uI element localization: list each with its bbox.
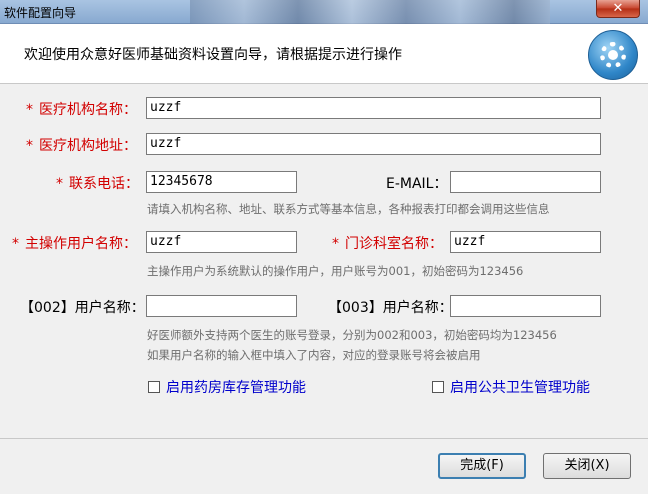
user002-input[interactable] [146, 295, 297, 317]
clinic-label: * 门诊科室名称： [332, 233, 443, 253]
phone-input[interactable]: 12345678 [146, 171, 297, 193]
extra-users-hint-2: 如果用户名称的输入框中填入了内容，对应的登录账号将会被启用 [147, 348, 481, 362]
org-name-label: * 医疗机构名称： [26, 99, 137, 119]
required-marker: * [56, 176, 63, 192]
pharmacy-checkbox-label[interactable]: 启用药房库存管理功能 [166, 377, 306, 397]
required-marker: * [26, 102, 33, 118]
wizard-footer: 完成(F) 关闭(X) [0, 438, 648, 494]
required-marker: * [12, 236, 19, 252]
operator-hint: 主操作用户为系统默认的操作用户，用户账号为001，初始密码为123456 [147, 264, 524, 278]
email-label: E-MAIL： [386, 176, 448, 192]
org-name-input[interactable]: uzzf [146, 97, 601, 119]
gear-icon [588, 30, 638, 80]
user003-input[interactable] [450, 295, 601, 317]
public-health-checkbox-label[interactable]: 启用公共卫生管理功能 [450, 377, 590, 397]
user003-label: 【003】用户名称： [328, 300, 453, 316]
window-close-button[interactable]: ✕ [596, 0, 640, 18]
user002-label: 【002】用户名称： [20, 300, 145, 316]
pharmacy-checkbox[interactable]: 启用药房库存管理功能 [148, 377, 306, 397]
finish-button[interactable]: 完成(F) [438, 453, 526, 479]
required-marker: * [26, 138, 33, 154]
clinic-input[interactable]: uzzf [450, 231, 601, 253]
checkbox-box[interactable] [432, 381, 444, 393]
operator-input[interactable]: uzzf [146, 231, 297, 253]
phone-label: * 联系电话： [56, 173, 139, 193]
extra-users-hint: 好医师额外支持两个医生的账号登录，分别为002和003，初始密码均为123456 [147, 328, 557, 342]
clinic-label-text: 门诊科室名称： [345, 236, 443, 252]
wizard-header: 欢迎使用众意好医师基础资料设置向导，请根据提示进行操作 [0, 24, 648, 84]
close-button[interactable]: 关闭(X) [543, 453, 631, 479]
required-marker: * [332, 236, 339, 252]
title-bar-banner-image [190, 0, 550, 24]
email-input[interactable] [450, 171, 601, 193]
org-address-label-text: 医疗机构地址： [39, 138, 137, 154]
basic-info-hint: 请填入机构名称、地址、联系方式等基本信息，各种报表打印都会调用这些信息 [147, 202, 550, 216]
welcome-text: 欢迎使用众意好医师基础资料设置向导，请根据提示进行操作 [24, 47, 402, 63]
org-address-label: * 医疗机构地址： [26, 135, 137, 155]
gear-hub-shape [608, 50, 618, 60]
operator-label-text: 主操作用户名称： [25, 236, 137, 252]
window-title: 软件配置向导 [4, 6, 77, 20]
org-address-input[interactable]: uzzf [146, 133, 601, 155]
operator-label: * 主操作用户名称： [12, 233, 137, 253]
public-health-checkbox[interactable]: 启用公共卫生管理功能 [432, 377, 590, 397]
phone-label-text: 联系电话： [69, 176, 139, 192]
title-bar: 软件配置向导 ✕ [0, 0, 648, 24]
org-name-label-text: 医疗机构名称： [39, 102, 137, 118]
checkbox-box[interactable] [148, 381, 160, 393]
